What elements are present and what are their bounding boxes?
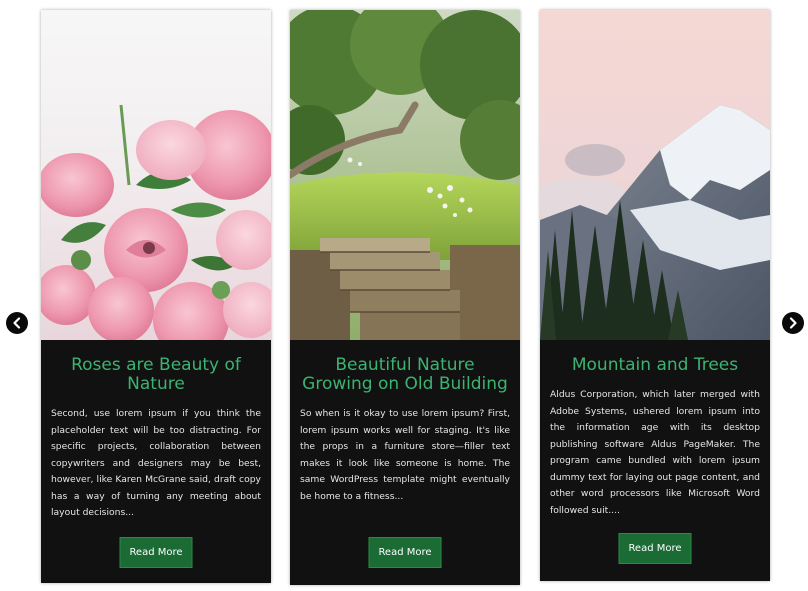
- post-card: Roses are Beauty of Nature Second, use l…: [41, 10, 271, 583]
- chevron-left-icon: [13, 317, 21, 329]
- post-carousel: Roses are Beauty of Nature Second, use l…: [0, 0, 808, 591]
- carousel-prev-button[interactable]: [6, 312, 28, 334]
- post-title[interactable]: Roses are Beauty of Nature: [51, 356, 261, 394]
- post-excerpt: Aldus Corporation, which later merged wi…: [550, 389, 760, 516]
- post-card: Beautiful Nature Growing on Old Building…: [290, 10, 520, 585]
- post-card-body: Beautiful Nature Growing on Old Building…: [290, 340, 520, 585]
- garden-steps-image: [290, 10, 520, 340]
- post-title[interactable]: Beautiful Nature Growing on Old Building: [300, 356, 510, 394]
- read-more-button[interactable]: Read More: [119, 537, 193, 568]
- mountain-trees-image: [540, 10, 770, 340]
- post-card: Mountain and Trees Aldus Corporation, wh…: [540, 10, 770, 581]
- chevron-right-icon: [789, 317, 797, 329]
- post-title[interactable]: Mountain and Trees: [550, 356, 760, 375]
- post-card-body: Roses are Beauty of Nature Second, use l…: [41, 340, 271, 583]
- read-more-button[interactable]: Read More: [618, 533, 692, 564]
- carousel-next-button[interactable]: [782, 312, 804, 334]
- read-more-button[interactable]: Read More: [368, 537, 442, 568]
- post-excerpt: Second, use lorem ipsum if you think the…: [51, 408, 261, 518]
- post-card-body: Mountain and Trees Aldus Corporation, wh…: [540, 340, 770, 581]
- pink-roses-image: [41, 10, 271, 340]
- post-excerpt: So when is it okay to use lorem ipsum? F…: [300, 408, 510, 502]
